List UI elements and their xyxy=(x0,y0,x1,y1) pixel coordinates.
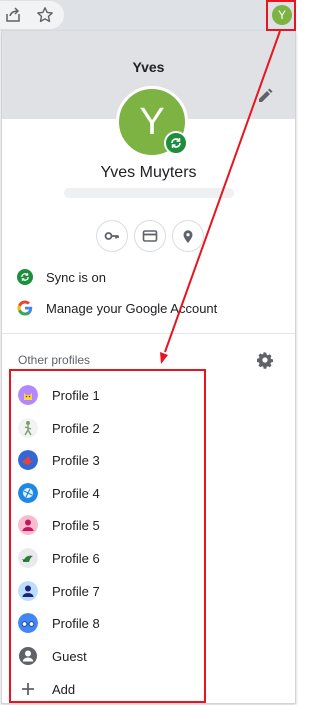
profile-label: Profile 3 xyxy=(52,453,100,468)
profile-label: Profile 5 xyxy=(52,518,100,533)
gear-icon[interactable] xyxy=(256,351,274,369)
profile-item-4[interactable]: Profile 4 xyxy=(2,477,295,509)
profile-label: Profile 1 xyxy=(52,388,100,403)
sync-icon xyxy=(17,269,33,285)
profile-short-name: Yves xyxy=(132,59,165,75)
add-label: Add xyxy=(52,682,76,697)
profile-menu: Yves Y Yves Muyters Sync is on Manage yo… xyxy=(1,31,296,704)
profile-item-8[interactable]: Profile 8 xyxy=(2,607,295,639)
profile-item-2[interactable]: Profile 2 xyxy=(2,412,295,444)
profile-label: Profile 2 xyxy=(52,421,100,436)
sync-badge-icon xyxy=(164,131,188,155)
ball-avatar-icon xyxy=(18,483,38,503)
profile-item-5[interactable]: Profile 5 xyxy=(2,509,295,541)
glasses-avatar-icon xyxy=(18,613,38,633)
profile-label: Profile 7 xyxy=(52,584,100,599)
profile-label: Profile 6 xyxy=(52,551,100,566)
manage-account-label: Manage your Google Account xyxy=(46,301,218,316)
profile-label: Profile 4 xyxy=(52,486,100,501)
divider xyxy=(2,333,295,334)
manage-account-row[interactable]: Manage your Google Account xyxy=(2,293,295,323)
cat-avatar-icon xyxy=(18,385,38,405)
addresses-button[interactable] xyxy=(172,220,204,252)
google-g-icon xyxy=(17,300,33,316)
card-icon xyxy=(142,230,158,242)
browser-toolbar: Y xyxy=(0,0,296,31)
person-avatar-icon xyxy=(18,515,38,535)
share-icon[interactable] xyxy=(4,6,22,24)
profile-full-name: Yves Muyters xyxy=(100,164,197,181)
add-profile-row[interactable]: Add xyxy=(2,673,295,705)
add-icon xyxy=(18,679,38,699)
profile-item-6[interactable]: Profile 6 xyxy=(2,542,295,574)
plant-avatar-icon xyxy=(18,548,38,568)
figure-avatar-icon xyxy=(18,418,38,438)
star-icon[interactable] xyxy=(36,6,54,24)
edit-icon[interactable] xyxy=(256,87,274,105)
guest-icon xyxy=(18,646,38,666)
guest-label: Guest xyxy=(52,649,87,664)
profile-item-1[interactable]: Profile 1 xyxy=(2,379,295,411)
key-icon xyxy=(104,232,119,240)
profile-item-7[interactable]: Profile 7 xyxy=(2,575,295,607)
profile-item-3[interactable]: Profile 3 xyxy=(2,444,295,476)
profile-label: Profile 8 xyxy=(52,616,100,631)
sync-status-row[interactable]: Sync is on xyxy=(2,262,295,292)
other-profiles-title: Other profiles xyxy=(18,353,91,367)
sync-status-label: Sync is on xyxy=(46,270,106,285)
passwords-button[interactable] xyxy=(96,220,128,252)
location-icon xyxy=(183,230,193,243)
guest-profile-row[interactable]: Guest xyxy=(2,640,295,672)
origami-bird-avatar-icon xyxy=(18,450,38,470)
person-avatar-icon xyxy=(18,581,38,601)
profile-avatar-button[interactable]: Y xyxy=(272,5,292,25)
email-redacted xyxy=(64,188,234,198)
payment-methods-button[interactable] xyxy=(134,220,166,252)
